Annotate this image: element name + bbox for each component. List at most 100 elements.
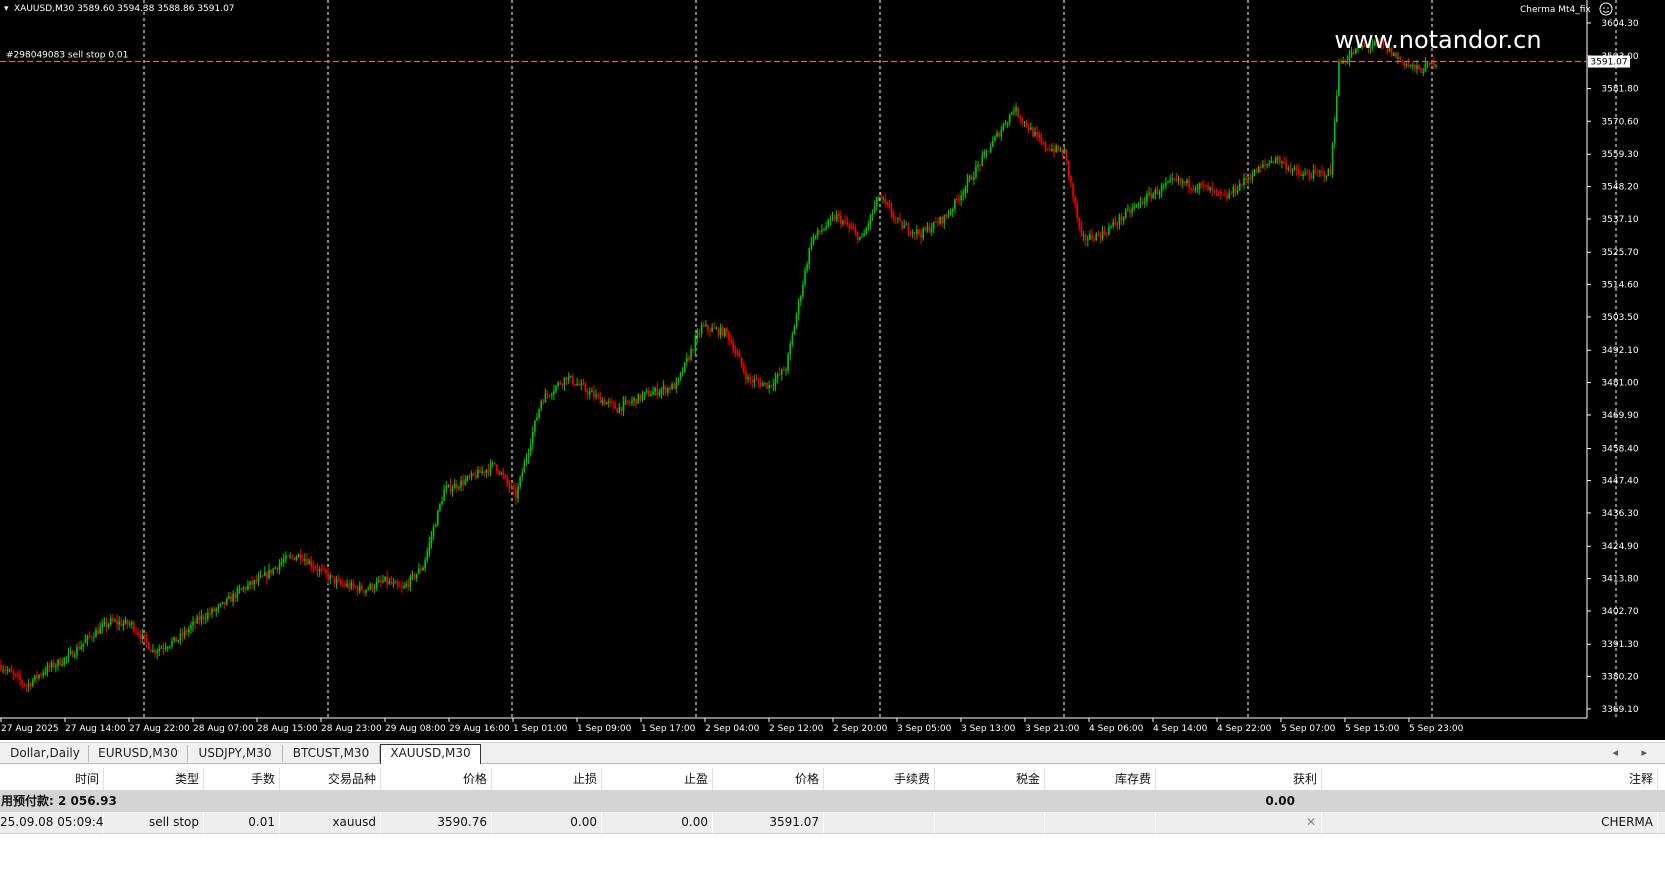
candle-body [903,225,906,229]
candle-body [1017,107,1019,117]
candle-body [164,648,167,650]
candle-body [82,643,85,647]
order-row[interactable]: 25.09.08 05:09:43 sell stop 0.01 xauusd … [0,812,1665,834]
candle-body [1135,204,1138,207]
candle-body [880,196,882,199]
price-chart[interactable]: 3604.303593.003581.803570.603559.303548.… [0,0,1665,740]
candle-body [814,235,817,237]
candle-body [996,132,998,137]
candle-body [884,198,887,203]
tab-scroll-arrows[interactable]: ◂ ▸ [1612,743,1657,763]
col-header-price[interactable]: 价格 [381,768,492,790]
candle-body [1108,227,1110,234]
candle-body [1435,65,1437,67]
candle-body [660,389,663,393]
candle-body [572,375,574,385]
col-header-stop-loss[interactable]: 止损 [492,768,602,790]
tab-dollar-daily[interactable]: Dollar,Daily [2,745,89,762]
candle-body [671,383,673,390]
col-header-commission[interactable]: 手续费 [824,768,935,790]
candle-body [1205,184,1207,186]
candle-body [719,327,722,336]
candle-body [597,394,600,396]
col-header-taxes[interactable]: 税金 [935,768,1045,790]
candle-body [426,551,429,560]
candle-body [947,214,950,217]
col-header-comment[interactable]: 注释 [1322,768,1658,790]
candle-body [422,567,424,571]
order-current-price: 3591.07 [713,812,824,833]
candle-body [1306,173,1309,175]
candle-body [1336,95,1338,122]
candle-body [1146,193,1148,203]
candle-body [542,401,545,403]
col-header-symbol[interactable]: 交易品种 [280,768,381,790]
candle-body [648,391,650,397]
candle-body [833,217,836,221]
candle-body [346,583,348,587]
candle-body [755,379,758,381]
candle-body [200,615,203,621]
candle-body [894,218,897,220]
candle-body [242,587,245,589]
col-header-lots[interactable]: 手数 [204,768,280,790]
candle-body [1186,179,1188,184]
candle-body [67,653,70,658]
candle-body [593,391,595,397]
col-header-profit[interactable]: 获利 [1156,768,1322,790]
candle-body [812,236,815,243]
candle-body [50,662,53,668]
candle-body [116,620,118,625]
orders-table-header: 时间 类型 手数 交易品种 价格 止损 止盈 价格 手续费 税金 库存费 获利 … [0,768,1665,791]
col-header-swap[interactable]: 库存费 [1045,768,1156,790]
candle-body [276,567,279,570]
candle-body [95,630,97,638]
candle-body [569,375,572,377]
candle-body [1418,65,1420,70]
col-header-take-profit[interactable]: 止盈 [602,768,713,790]
candle-body [588,391,591,395]
col-header-type[interactable]: 类型 [104,768,204,790]
candle-body [897,218,899,220]
candle-body [44,672,47,674]
candle-body [875,197,878,206]
candle-body [344,584,346,587]
col-header-time[interactable]: 时间 [0,768,104,790]
candle-body [696,333,699,338]
candle-body [626,400,629,403]
candle-body [724,328,726,337]
candle-body [629,402,631,404]
time-axis-label: 4 Sep 14:00 [1153,724,1208,734]
candle-body [126,619,129,625]
candle-body [158,648,161,652]
candle-body [1112,222,1114,226]
candle-body [956,199,958,201]
candle-body [411,574,414,577]
candle-body [1025,121,1028,127]
candle-body [335,579,338,584]
candle-body [1179,178,1182,183]
price-axis-label: 3537.10 [1601,215,1638,225]
tab-btcust-m30[interactable]: BTCUST,M30 [283,745,380,762]
candle-body [320,569,323,571]
close-icon[interactable]: ✕ [1306,812,1316,833]
candle-body [1184,181,1186,184]
candle-body [175,636,177,642]
candle-body [557,382,559,386]
candle-body [960,195,962,201]
candle-body [816,230,819,236]
candle-body [690,349,692,360]
candle-body [388,581,391,584]
tab-eurusd-m30[interactable]: EURUSD,M30 [89,745,188,762]
tab-usdjpy-m30[interactable]: USDJPY,M30 [188,745,283,762]
tab-xauusd-m30[interactable]: XAUUSD,M30 [380,744,481,764]
candle-body [247,585,249,590]
candle-body [770,384,773,386]
order-open-price: 3590.76 [381,812,492,833]
candle-body [939,217,941,224]
candle-body [1042,142,1045,144]
price-axis-label: 3570.60 [1601,117,1638,127]
candle-body [394,582,397,584]
col-header-current-price[interactable]: 价格 [713,768,824,790]
candle-body [1095,233,1098,241]
